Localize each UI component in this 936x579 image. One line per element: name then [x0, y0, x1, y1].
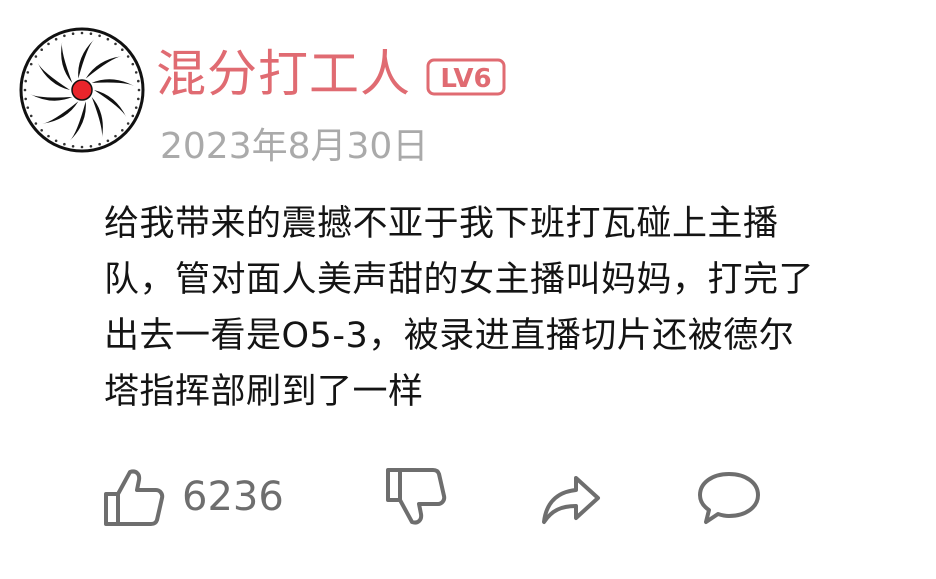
comment-line: 给我带来的震撼不亚于我下班打瓦碰上主播: [104, 204, 779, 244]
thumbs-up-icon: [104, 469, 165, 526]
share-arrow-icon: [542, 476, 600, 524]
post-date: 2023年8月30日: [160, 126, 429, 167]
comment-bubble-icon: [698, 472, 760, 524]
thumbs-down-icon: [386, 468, 447, 525]
comment-line: 出去一看是O5-3，被录进直播切片还被德尔: [104, 316, 795, 356]
level-badge: LV6: [426, 58, 506, 96]
level-badge-text: LV6: [440, 64, 491, 94]
username[interactable]: 混分打工人: [156, 42, 411, 106]
share-button[interactable]: [538, 462, 604, 532]
reply-button[interactable]: [696, 462, 762, 532]
like-count: 6236: [182, 474, 284, 520]
comment-body: 给我带来的震撼不亚于我下班打瓦碰上主播 队，管对面人美声甜的女主播叫妈妈，打完了…: [104, 196, 884, 420]
action-bar: 6236: [100, 462, 800, 532]
spiral-wheel-avatar-icon: [19, 27, 145, 153]
like-button[interactable]: 6236: [100, 462, 284, 532]
comment-line: 塔指挥部刷到了一样: [104, 372, 424, 412]
avatar[interactable]: [18, 26, 146, 154]
comment-line: 队，管对面人美声甜的女主播叫妈妈，打完了: [104, 260, 815, 300]
dislike-button[interactable]: [382, 462, 448, 532]
